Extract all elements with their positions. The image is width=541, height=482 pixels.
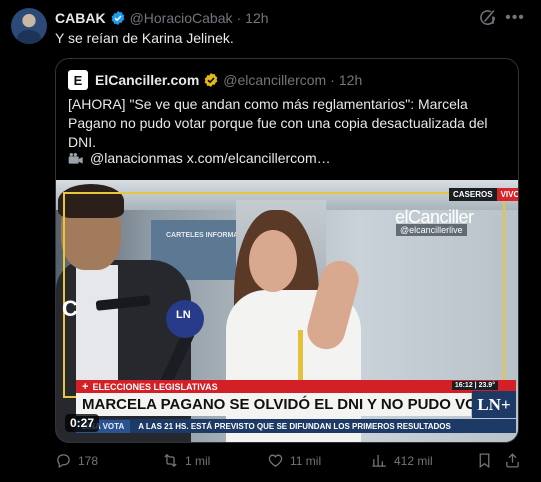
- lower-third-label: ELECCIONES LEGISLATIVAS: [92, 381, 218, 392]
- like-count: 11 mil: [290, 453, 322, 468]
- share-button[interactable]: [504, 452, 521, 469]
- repost-icon: [164, 453, 177, 468]
- repost-button[interactable]: 1 mil: [162, 452, 210, 469]
- location-tag-text: CASEROS: [449, 188, 497, 201]
- lower-third-plus: +: [82, 380, 89, 393]
- views-count: 412 mil: [394, 453, 433, 468]
- bookmark-button[interactable]: [476, 452, 493, 469]
- ticker-text: A LAS 21 HS. ESTÁ PREVISTO QUE SE DIFUND…: [138, 421, 451, 431]
- quote-separator: ·: [330, 72, 335, 88]
- quote-link-text[interactable]: @lanacionmas x.com/elcancillercom…: [90, 149, 331, 168]
- share-icon: [506, 453, 519, 468]
- channel-c-logo: C: [62, 296, 78, 321]
- quote-time: 12h: [338, 72, 363, 88]
- tweet-text: Y se reían de Karina Jelinek.: [55, 30, 234, 46]
- lower-third-top: + ELECCIONES LEGISLATIVAS 16:12 | 23.9°: [76, 380, 516, 393]
- author-avatar[interactable]: [11, 8, 47, 44]
- camera-icon: [68, 152, 83, 164]
- views-icon: [372, 454, 386, 467]
- grok-icon[interactable]: [478, 8, 498, 28]
- reply-button[interactable]: 178: [55, 452, 98, 469]
- header-separator: ·: [236, 10, 242, 26]
- verified-icon: [111, 11, 124, 25]
- quoted-tweet[interactable]: E ElCanciller.com @elcancillercom · 12h …: [55, 58, 519, 443]
- video-player[interactable]: CARTELES INFORMATIVOS LN CASEROS VIVO el…: [56, 180, 518, 442]
- video-duration: 0:27: [65, 414, 100, 432]
- repost-count: 1 mil: [185, 453, 211, 468]
- author-name[interactable]: CABAK: [55, 10, 106, 26]
- like-button[interactable]: 11 mil: [267, 452, 321, 469]
- gold-verified-icon: [204, 73, 218, 87]
- like-icon: [268, 454, 283, 467]
- reply-count: 178: [78, 453, 99, 468]
- tweet-time[interactable]: 12h: [245, 10, 268, 26]
- action-bar: 178 1 mil 11 mil 412 mil: [55, 452, 525, 472]
- quote-link-line: @lanacionmas x.com/elcancillercom…: [68, 149, 331, 168]
- bookmark-icon: [479, 453, 490, 469]
- quote-header: E ElCanciller.com @elcancillercom · 12h: [68, 70, 362, 90]
- quote-avatar[interactable]: E: [68, 70, 88, 90]
- news-ticker: LINA VOTA A LAS 21 HS. ESTÁ PREVISTO QUE…: [76, 419, 516, 433]
- broadcast-clock: 16:12 | 23.9°: [451, 381, 498, 390]
- channel-watermark-handle: @elcancillerlive: [396, 224, 467, 236]
- more-icon[interactable]: •••: [505, 8, 525, 28]
- reply-icon: [57, 454, 70, 469]
- quote-text: [AHORA] "Se ve que andan como más reglam…: [68, 95, 513, 152]
- location-tag: CASEROS VIVO: [449, 188, 518, 201]
- live-tag: VIVO: [496, 188, 518, 201]
- channel-logo: LN+: [472, 391, 516, 418]
- lower-third-headline: MARCELA PAGANO SE OLVIDÓ EL DNI Y NO PUD…: [76, 393, 506, 416]
- views-button[interactable]: 412 mil: [371, 452, 433, 469]
- quote-author-handle[interactable]: @elcancillercom: [223, 72, 326, 88]
- author-handle[interactable]: @HoracioCabak: [130, 10, 233, 26]
- tweet-header: CABAK @HoracioCabak · 12h: [55, 9, 269, 27]
- quote-author-name[interactable]: ElCanciller.com: [95, 72, 199, 88]
- quote-text-body: [AHORA] "Se ve que andan como más reglam…: [68, 96, 488, 150]
